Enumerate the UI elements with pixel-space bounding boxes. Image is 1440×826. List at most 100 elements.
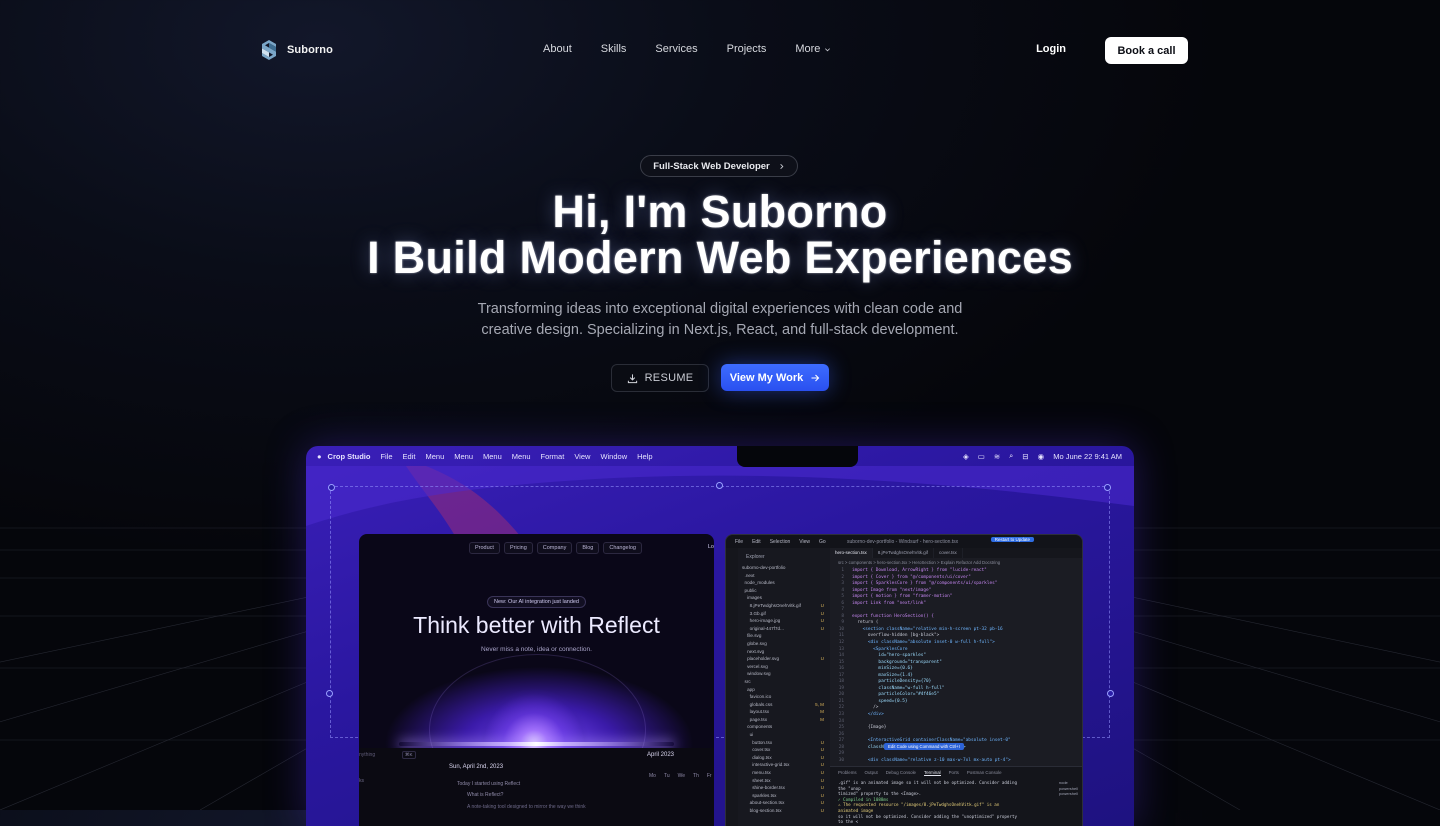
- explorer-file-name: about-section.tsx: [742, 800, 785, 806]
- editor-bottom-panel: Problems Output Debug Console Terminal P…: [830, 766, 1082, 826]
- reflect-title: Think better with Reflect: [413, 612, 660, 638]
- explorer-file-name: .next: [742, 572, 755, 578]
- hero-subtitle: Transforming ideas into exceptional digi…: [470, 299, 970, 341]
- code-editor-window: File Edit Selection View Go suborno-dev-…: [725, 534, 1083, 826]
- role-badge[interactable]: Full-Stack Web Developer: [640, 155, 798, 177]
- explorer-file-status: U: [820, 777, 824, 783]
- code-text: particleColor="#4f46e5": [852, 692, 940, 698]
- code-text: maxSize={1.4}: [852, 672, 913, 678]
- hero-subtitle-line-2: creative design. Specializing in Next.js…: [481, 322, 959, 338]
- explorer-file-name: src: [742, 678, 751, 684]
- explorer-file-item: .next: [738, 572, 830, 580]
- selection-handle: [326, 690, 333, 697]
- nav-more-dropdown[interactable]: More: [795, 43, 831, 55]
- menubar-datetime: Mo June 22 9:41 AM: [1053, 451, 1122, 461]
- panel-tab: Postman Console: [966, 770, 1002, 775]
- chevron-down-icon: [825, 47, 831, 51]
- explorer-file-status: U: [820, 770, 824, 776]
- book-a-call-button[interactable]: Book a call: [1105, 37, 1188, 64]
- explorer-file-name: images: [742, 595, 762, 601]
- menubar-item: Menu: [511, 451, 531, 461]
- menubar-status-area: ◈ ▭ ≋ ⌕ ⊟ ◉ Mo June 22 9:41 AM: [963, 446, 1122, 466]
- menubar-item: Menu: [483, 451, 502, 461]
- code-text: className="w-full h-full": [852, 685, 945, 691]
- explorer-file-item: placeholder.svg U: [738, 655, 830, 663]
- explorer-file-status: U: [820, 754, 824, 760]
- code-text: overflow-hidden [bg-black">: [852, 633, 940, 639]
- code-text: minSize={0.6}: [852, 666, 913, 672]
- explorer-file-name: ui: [742, 732, 754, 738]
- reflect-nav-item: Changelog: [603, 542, 642, 554]
- layers-icon: ◈: [962, 451, 969, 461]
- login-link[interactable]: Login: [1036, 43, 1066, 55]
- explorer-file-item: 3.Gb.gif U: [738, 610, 830, 618]
- reflect-tagline: Never miss a note, idea or connection.: [481, 646, 592, 653]
- brand-logo-link[interactable]: Suborno: [260, 39, 333, 61]
- explorer-file-item: page.tsx M: [738, 716, 830, 724]
- explorer-file-status: U: [820, 602, 824, 608]
- suborno-logo-icon: [262, 40, 276, 60]
- editor-code: 1 import { Download, ArrowRight } from "l…: [830, 568, 1082, 764]
- explorer-file-status: U: [820, 747, 824, 753]
- editor-menu-item: Edit: [752, 538, 761, 545]
- view-my-work-button[interactable]: View My Work: [721, 364, 829, 391]
- explorer-file-name: cover.tsx: [742, 747, 771, 753]
- hero-title-line-2: I Build Modern Web Experiences: [367, 232, 1073, 283]
- terminal-line: ⚠ The requested resource "/images/8.jPeT…: [838, 802, 1000, 813]
- explorer-file-item: node_modules: [738, 579, 830, 587]
- explorer-file-name: hero-image.jpg: [742, 618, 781, 624]
- panel-tab: Problems: [838, 770, 857, 775]
- menubar-item: View: [574, 451, 591, 461]
- code-text: <div className="absolute inset-0 w-full …: [852, 640, 995, 646]
- explorer-file-name: file.svg: [742, 633, 762, 639]
- explorer-file-status: U: [820, 739, 824, 745]
- resume-button[interactable]: RESUME: [611, 364, 709, 392]
- editor-tab: hero-section.tsx: [830, 548, 873, 558]
- explorer-file-item: shine-border.tsx U: [738, 784, 830, 792]
- reflect-nav-item: Pricing: [503, 542, 533, 554]
- code-text: </div>: [852, 712, 884, 718]
- editor-inline-hint: Edit Code using Command with Ctrl+I: [884, 743, 964, 750]
- editor-titlebar: File Edit Selection View Go suborno-dev-…: [726, 535, 1082, 548]
- nav-link-projects[interactable]: Projects: [727, 43, 767, 55]
- editor-tabs: hero-section.tsx 8.jPeTwdghsOnehVitk.gif…: [830, 548, 1082, 558]
- explorer-file-item: hero-image.jpg U: [738, 617, 830, 625]
- explorer-file-item: globe.svg: [738, 640, 830, 648]
- wifi-icon: ≋: [993, 451, 1001, 461]
- menubar-item: File: [380, 451, 393, 461]
- explorer-file-item: suborno-dev-portfolio: [738, 564, 830, 572]
- terminal-line: so it will not be optimized. Consider ad…: [838, 813, 1017, 825]
- menubar-app-name: Crop Studio: [327, 451, 371, 461]
- explorer-header: Explorer: [746, 554, 765, 560]
- nav-link-about[interactable]: About: [543, 43, 572, 55]
- panel-tab: Output: [864, 770, 878, 775]
- reflect-side-label: ks: [359, 778, 364, 784]
- nav-link-services[interactable]: Services: [655, 43, 697, 55]
- hero-title-line-1: Hi, I'm Suborno: [552, 186, 888, 237]
- explorer-file-name: dialog.tsx: [742, 754, 772, 760]
- menubar-item: Menu: [454, 451, 474, 461]
- nav-link-skills[interactable]: Skills: [601, 43, 627, 55]
- code-text: speed={0.5}: [852, 698, 908, 704]
- panel-tabs: Problems Output Debug Console Terminal P…: [838, 770, 1082, 776]
- explorer-file-list: suborno-dev-portfolio .next node_modules…: [738, 564, 830, 815]
- calendar-day: Fr: [706, 773, 712, 779]
- chevron-right-icon: [780, 163, 784, 169]
- editor-pane: hero-section.tsx 8.jPeTwdghsOnehVitk.gif…: [830, 548, 1082, 766]
- explorer-file-name: public: [742, 587, 757, 593]
- arrow-right-icon: [811, 374, 820, 381]
- code-text: return (: [852, 620, 879, 626]
- editor-tab: cover.tsx: [934, 548, 963, 558]
- nav-links: About Skills Services Projects More: [543, 43, 831, 55]
- panel-tab: Debug Console: [885, 770, 917, 775]
- explorer-file-name: button.tsx: [742, 739, 773, 745]
- code-text: import Image from "next/image": [852, 587, 932, 593]
- explorer-file-status: U: [820, 625, 824, 631]
- explorer-file-status: U: [820, 618, 824, 624]
- explorer-file-name: components: [742, 724, 773, 730]
- explorer-file-name: globals.css: [742, 701, 773, 707]
- reflect-note-line: Today I started using Reflect: [457, 781, 521, 787]
- panel-tab: Ports: [948, 770, 959, 775]
- line-number: 30: [838, 757, 844, 763]
- hero-subtitle-line-1: Transforming ideas into exceptional digi…: [477, 301, 963, 317]
